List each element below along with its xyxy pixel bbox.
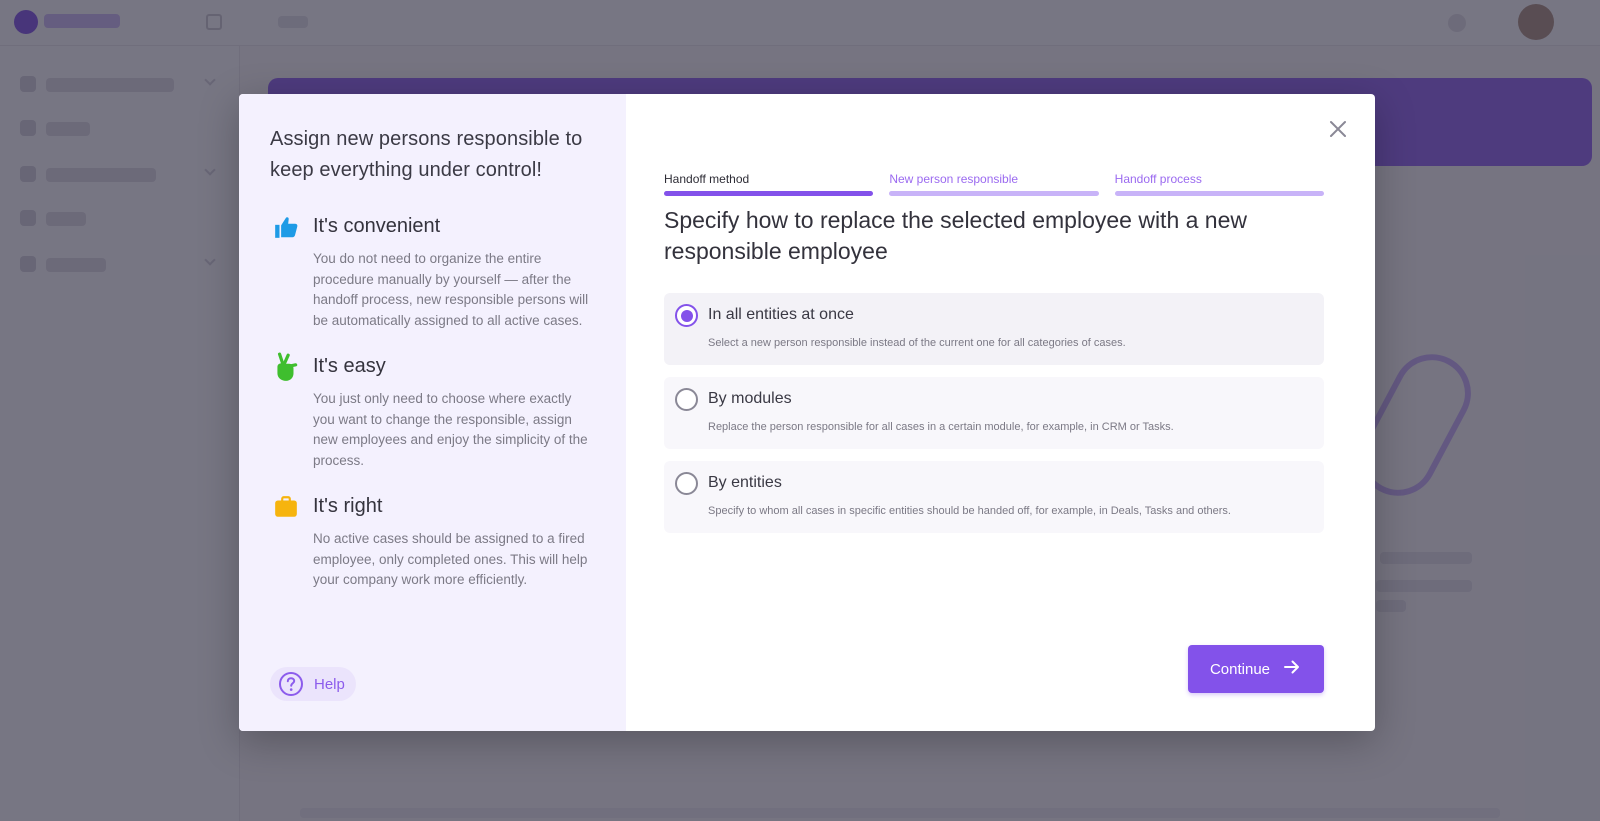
step-handoff-process: Handoff process (1114, 172, 1324, 196)
question-circle-icon (278, 671, 304, 697)
crossed-fingers-icon (273, 352, 299, 381)
option-description: Replace the person responsible for all c… (708, 421, 1174, 433)
feature-description: No active cases should be assigned to a … (313, 531, 588, 587)
option-by-modules[interactable]: By modules Replace the person responsibl… (664, 377, 1324, 449)
stepper: Handoff method New person responsible Ha… (664, 172, 1324, 196)
step-progress-bar (889, 191, 1099, 196)
step-new-person-responsible: New person responsible (889, 172, 1099, 196)
step-label: Handoff method (664, 172, 750, 186)
feature-right: It's right No active cases should be ass… (270, 494, 596, 591)
option-description: Select a new person responsible instead … (708, 337, 1126, 349)
radio-button[interactable] (675, 388, 698, 411)
feature-title: It's easy (313, 355, 386, 377)
arrow-right-icon (1282, 657, 1302, 681)
radio-button[interactable] (675, 304, 698, 327)
help-button[interactable]: Help (270, 667, 356, 701)
info-panel: Assign new persons responsible to keep e… (239, 94, 626, 731)
handoff-modal: Assign new persons responsible to keep e… (239, 94, 1375, 731)
step-progress-bar (664, 191, 874, 196)
option-title: By entities (708, 474, 782, 491)
option-all-entities[interactable]: In all entities at once Select a new per… (664, 293, 1324, 365)
feature-title: It's convenient (313, 215, 441, 237)
step-progress-bar (1114, 191, 1324, 196)
continue-button[interactable]: Continue (1188, 645, 1324, 693)
feature-description: You do not need to organize the entire p… (313, 251, 589, 328)
option-title: By modules (708, 390, 792, 407)
option-by-entities[interactable]: By entities Specify to whom all cases in… (664, 461, 1324, 533)
handoff-method-options: In all entities at once Select a new per… (664, 293, 1324, 545)
step-handoff-method: Handoff method (664, 172, 874, 196)
info-panel-title: Assign new persons responsible to keep e… (270, 128, 583, 181)
continue-label: Continue (1209, 660, 1271, 678)
content-pane: Handoff method New person responsible Ha… (626, 94, 1375, 731)
step-label: New person responsible (889, 172, 1019, 186)
thumbs-up-icon (273, 214, 299, 240)
feature-title: It's right (313, 495, 383, 517)
feature-convenient: It's convenient You do not need to organ… (270, 214, 596, 331)
feature-description: You just only need to choose where exact… (313, 391, 588, 468)
option-description: Specify to whom all cases in specific en… (708, 505, 1231, 517)
briefcase-icon (273, 494, 299, 520)
feature-easy: It's easy You just only need to choose w… (270, 352, 596, 471)
page-title: Specify how to replace the selected empl… (664, 207, 1247, 264)
step-label: Handoff process (1114, 172, 1202, 186)
close-button[interactable] (1327, 120, 1349, 142)
help-label: Help (314, 675, 345, 693)
radio-button[interactable] (675, 472, 698, 495)
close-icon (1329, 120, 1347, 143)
option-title: In all entities at once (708, 306, 854, 323)
